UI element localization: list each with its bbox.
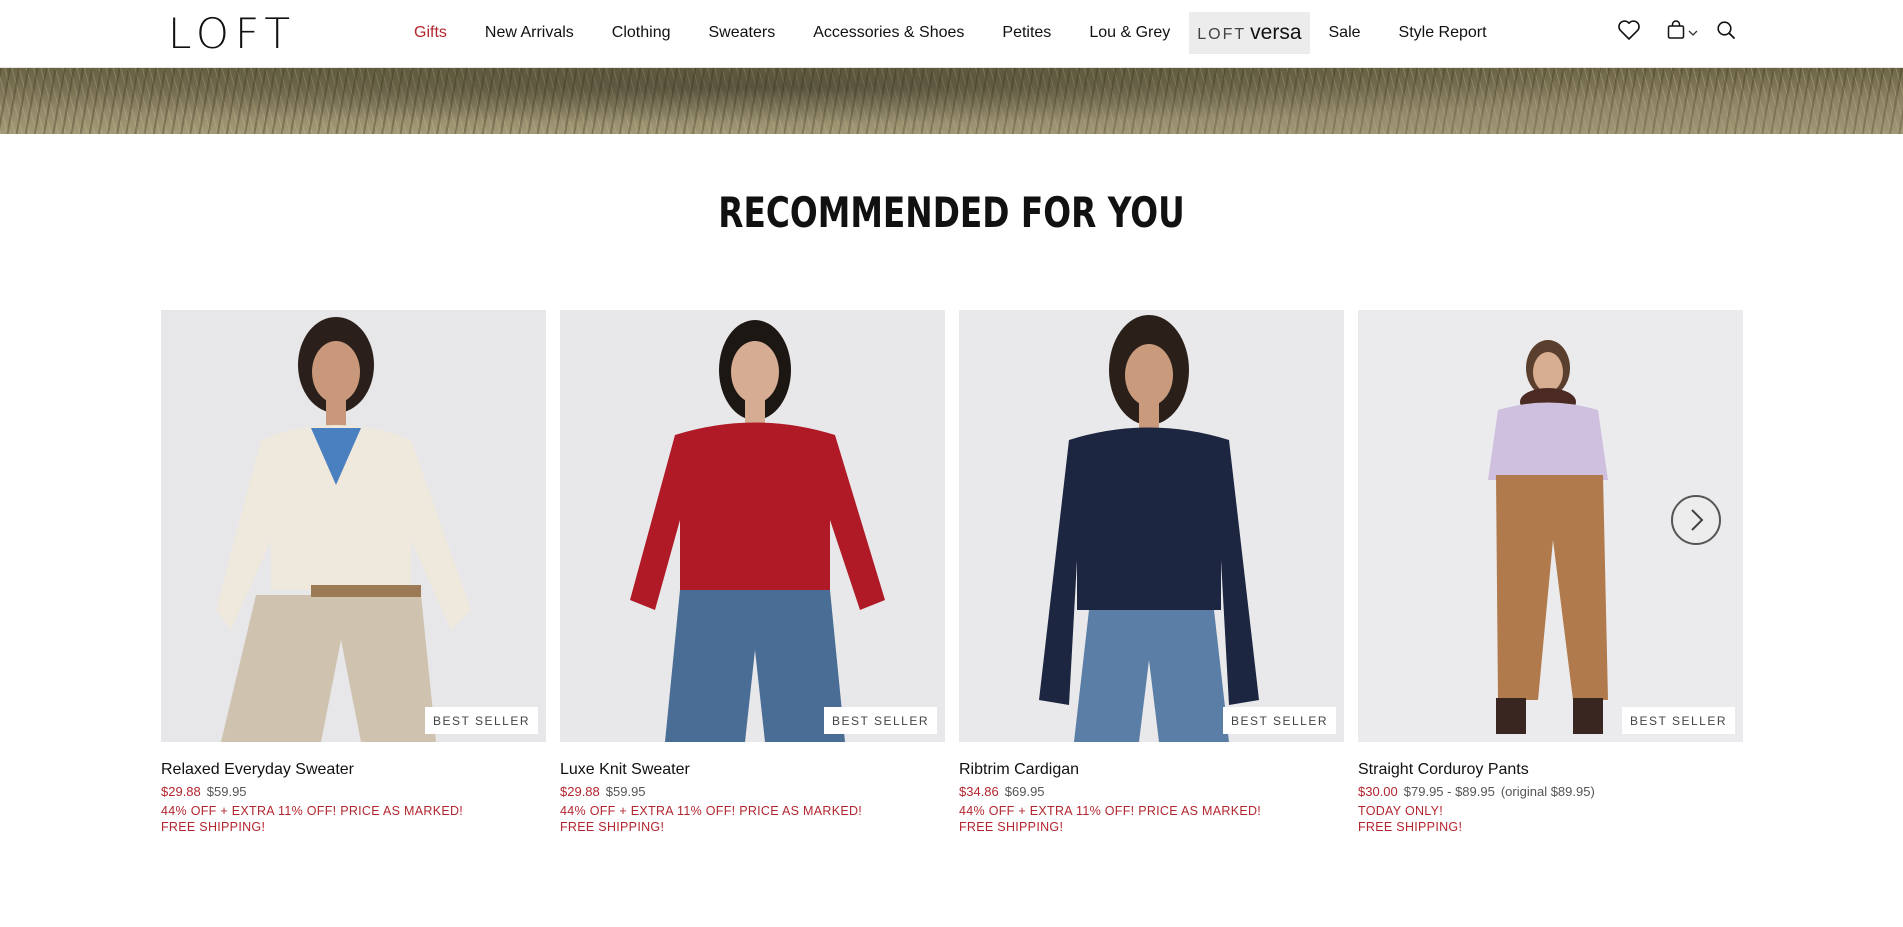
shipping-text: FREE SHIPPING! bbox=[560, 820, 665, 834]
nav-item-lou-grey[interactable]: Lou & Grey bbox=[1070, 12, 1189, 54]
product-card[interactable]: BEST SELLER Luxe Knit Sweater $29.88 $59.… bbox=[560, 310, 945, 834]
best-seller-badge: BEST SELLER bbox=[425, 707, 538, 734]
product-name[interactable]: Ribtrim Cardigan bbox=[959, 761, 1344, 779]
original-price: $59.95 bbox=[206, 784, 247, 799]
model-photo bbox=[959, 310, 1344, 742]
product-image[interactable]: BEST SELLER bbox=[560, 310, 945, 742]
promo-text: 44% OFF + EXTRA 11% OFF! PRICE AS MARKED… bbox=[161, 804, 464, 818]
original-price-note: (original $89.95) bbox=[1500, 784, 1595, 799]
original-price: $69.95 bbox=[1004, 784, 1045, 799]
sale-price: $34.86 bbox=[959, 784, 999, 799]
nav-item-new-arrivals[interactable]: New Arrivals bbox=[466, 12, 593, 54]
product-card[interactable]: BEST SELLER Ribtrim Cardigan $34.86 $69.9… bbox=[959, 310, 1344, 834]
nav-item-loft-versa[interactable]: LOFT versa bbox=[1189, 12, 1310, 54]
product-name[interactable]: Relaxed Everyday Sweater bbox=[161, 761, 546, 779]
chevron-down-icon[interactable] bbox=[1688, 24, 1698, 42]
model-photo bbox=[161, 310, 546, 742]
nav-item-gifts[interactable]: Gifts bbox=[395, 12, 466, 54]
header-icons bbox=[1617, 19, 1736, 46]
original-price: $79.95 - $89.95 bbox=[1403, 784, 1495, 799]
chevron-right-icon bbox=[1691, 509, 1704, 531]
versa-label-loft: LOFT bbox=[1197, 26, 1247, 43]
bag-icon[interactable] bbox=[1666, 20, 1686, 45]
best-seller-badge: BEST SELLER bbox=[1223, 707, 1336, 734]
original-price: $59.95 bbox=[605, 784, 646, 799]
nav-item-style-report[interactable]: Style Report bbox=[1380, 12, 1506, 54]
nav-item-clothing[interactable]: Clothing bbox=[593, 12, 690, 54]
section-title: RECOMMENDED FOR YOU bbox=[718, 188, 1185, 237]
product-prices: $30.00 $79.95 - $89.95 (original $89.95) bbox=[1358, 784, 1743, 799]
sale-price: $29.88 bbox=[560, 784, 600, 799]
sale-price: $30.00 bbox=[1358, 784, 1398, 799]
versa-label-versa: versa bbox=[1250, 21, 1302, 44]
product-prices: $29.88 $59.95 bbox=[560, 784, 945, 799]
nav-item-sweaters[interactable]: Sweaters bbox=[690, 12, 795, 54]
product-name[interactable]: Straight Corduroy Pants bbox=[1358, 761, 1743, 779]
nav-item-accessories-shoes[interactable]: Accessories & Shoes bbox=[794, 12, 983, 54]
promo-text: 44% OFF + EXTRA 11% OFF! PRICE AS MARKED… bbox=[560, 804, 863, 818]
promo-text: TODAY ONLY! bbox=[1358, 804, 1444, 818]
best-seller-badge: BEST SELLER bbox=[1622, 707, 1735, 734]
shipping-text: FREE SHIPPING! bbox=[959, 820, 1064, 834]
shipping-text: FREE SHIPPING! bbox=[1358, 820, 1463, 834]
product-prices: $29.88 $59.95 bbox=[161, 784, 546, 799]
carousel-next-button[interactable] bbox=[1671, 495, 1721, 545]
search-icon[interactable] bbox=[1716, 20, 1736, 45]
nav-item-petites[interactable]: Petites bbox=[983, 12, 1070, 54]
product-prices: $34.86 $69.95 bbox=[959, 784, 1344, 799]
site-header: LOFT Gifts New Arrivals Clothing Sweater… bbox=[0, 0, 1903, 68]
product-card[interactable]: BEST SELLER Straight Corduroy Pants $30.… bbox=[1358, 310, 1743, 834]
product-image[interactable]: BEST SELLER bbox=[161, 310, 546, 742]
model-photo bbox=[560, 310, 945, 742]
product-name[interactable]: Luxe Knit Sweater bbox=[560, 761, 945, 779]
product-image[interactable]: BEST SELLER bbox=[959, 310, 1344, 742]
shipping-text: FREE SHIPPING! bbox=[161, 820, 266, 834]
product-card[interactable]: BEST SELLER Relaxed Everyday Sweater $29… bbox=[161, 310, 546, 834]
sale-price: $29.88 bbox=[161, 784, 201, 799]
promo-text: 44% OFF + EXTRA 11% OFF! PRICE AS MARKED… bbox=[959, 804, 1262, 818]
main-nav: Gifts New Arrivals Clothing Sweaters Acc… bbox=[395, 12, 1506, 54]
nav-item-sale[interactable]: Sale bbox=[1310, 12, 1380, 54]
best-seller-badge: BEST SELLER bbox=[824, 707, 937, 734]
hero-banner-image[interactable] bbox=[0, 67, 1903, 134]
loft-logo[interactable]: LOFT bbox=[168, 12, 296, 56]
heart-icon[interactable] bbox=[1617, 19, 1641, 46]
